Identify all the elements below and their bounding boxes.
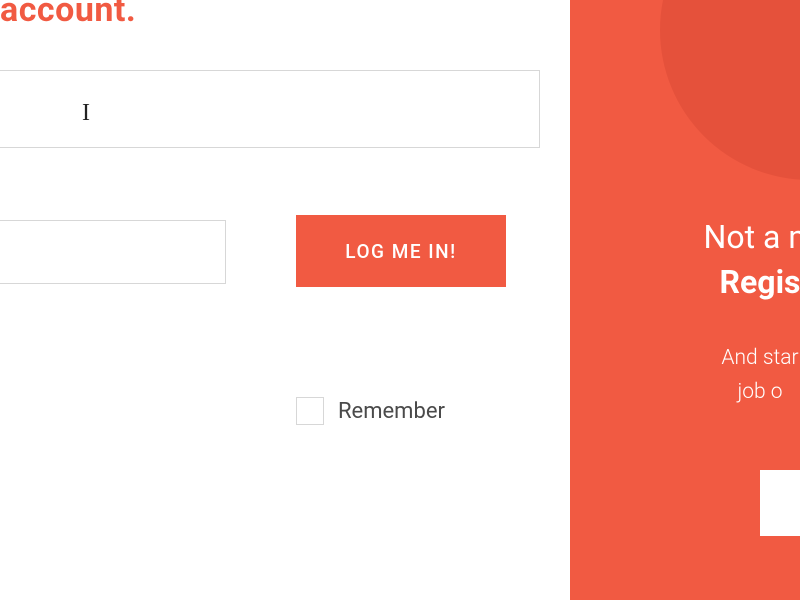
login-panel: account. I LOG ME IN! Remember	[0, 0, 570, 600]
promo-sub-line2: job o	[737, 380, 782, 404]
password-field[interactable]	[0, 220, 226, 284]
remember-label: Remember	[338, 399, 445, 424]
promo-line1-prefix: Not a	[704, 218, 789, 256]
username-field[interactable]	[0, 70, 540, 148]
promo-heading: Not a m Regis	[630, 215, 800, 305]
remember-checkbox[interactable]	[296, 397, 324, 425]
promo-subtext: And star job o	[630, 342, 800, 409]
promo-line1-rest: m	[788, 218, 800, 256]
login-button[interactable]: LOG ME IN!	[296, 215, 506, 287]
register-promo-panel: Not a m Regis And star job o	[570, 0, 800, 600]
decorative-circle	[660, 0, 800, 180]
register-button[interactable]	[760, 470, 800, 536]
promo-sub-line1: And star	[721, 346, 798, 370]
promo-line2: Regis	[720, 263, 800, 301]
remember-me: Remember	[296, 397, 445, 425]
login-heading: account.	[0, 0, 136, 30]
